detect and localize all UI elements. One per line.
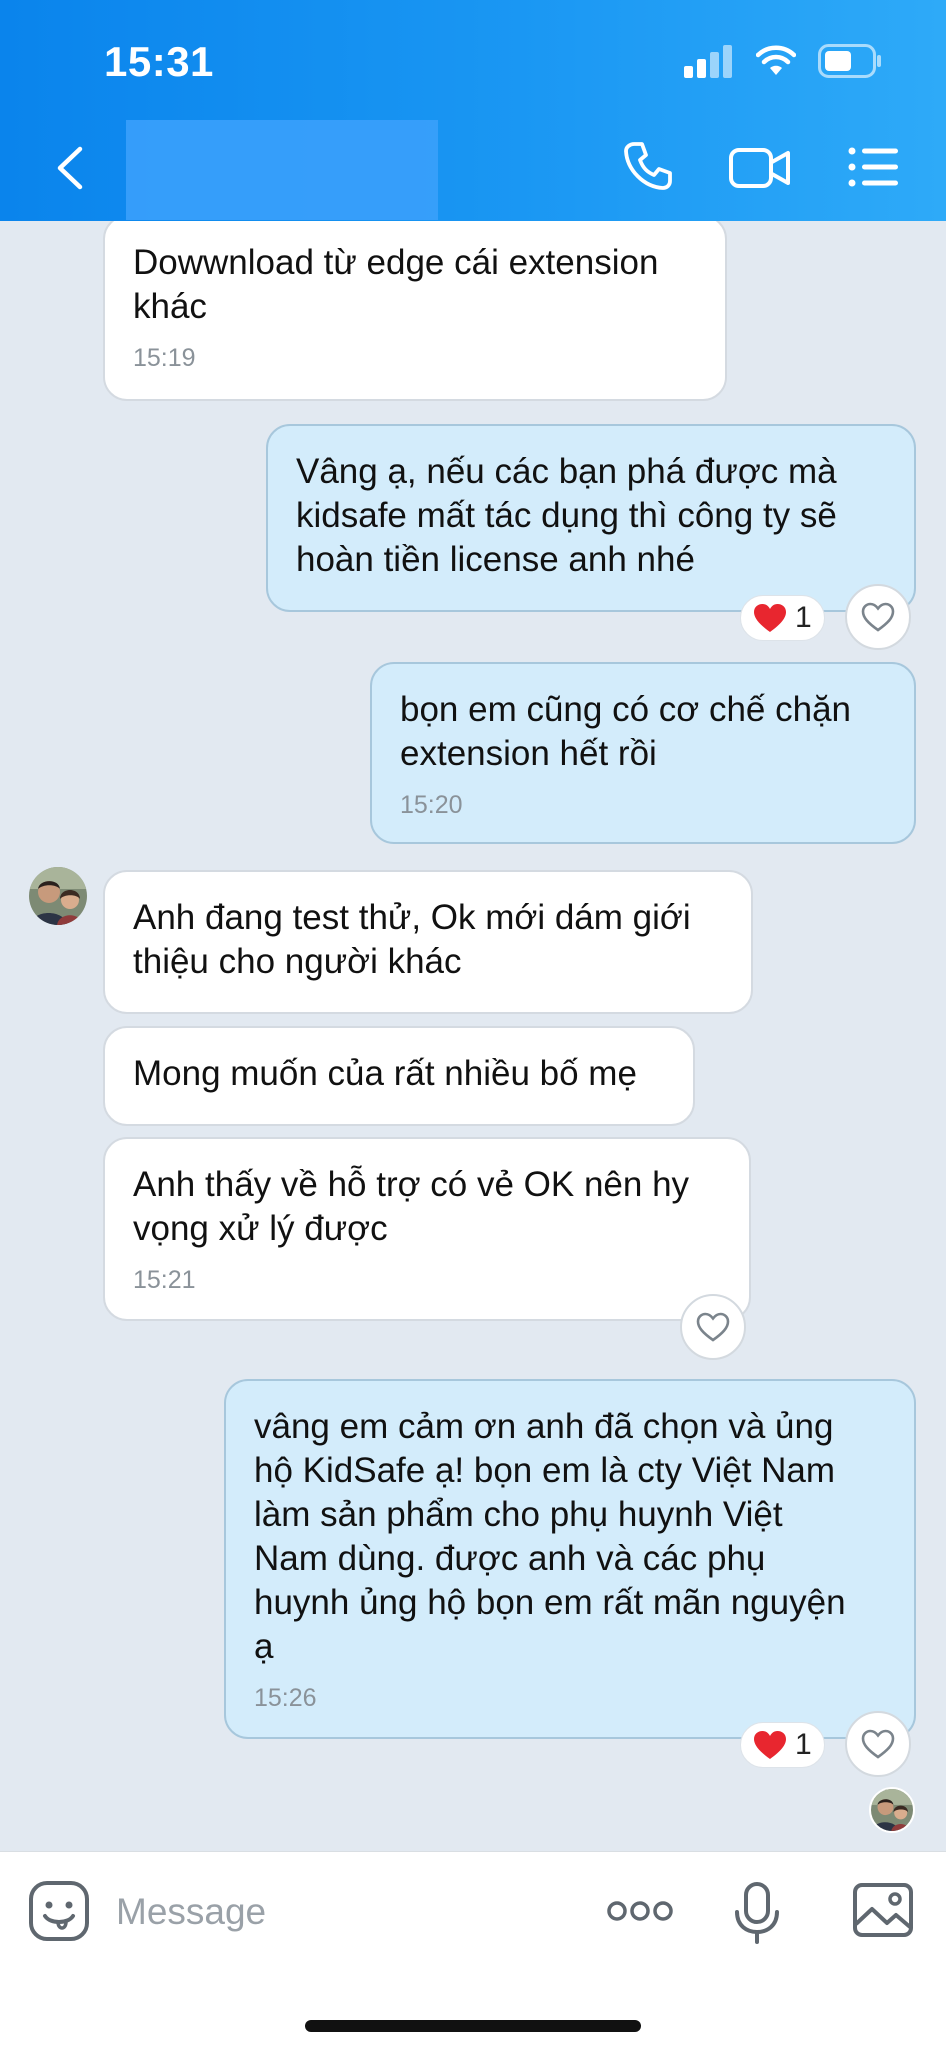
heart-outline-icon [696,1312,730,1342]
message-time: 15:26 [254,1684,317,1712]
message-bubble-incoming[interactable]: Mong muốn của rất nhiều bố mẹ [103,1026,695,1126]
contact-name[interactable] [126,120,438,220]
reaction-count: 1 [795,1728,812,1761]
message-text: bọn em cũng có cơ chế chặn extension hết… [400,690,852,773]
heart-icon [754,604,786,632]
list-icon[interactable] [848,146,900,188]
message-time: 15:20 [400,791,463,819]
phone-icon[interactable] [622,140,674,192]
message-time: 15:21 [133,1266,196,1294]
message-text: Anh thấy về hỗ trợ có vẻ OK nên hy vọng … [133,1165,690,1248]
avatar-photo [871,1789,913,1831]
chat-header: 15:31 [0,0,946,221]
avatar-photo [29,867,87,925]
message-text: Mong muốn của rất nhiều bố mẹ [133,1054,637,1093]
more-dots-icon[interactable] [606,1898,674,1924]
image-icon[interactable] [852,1882,914,1938]
seen-avatar [869,1787,915,1833]
reaction-summary[interactable]: 1 [740,1722,825,1768]
heart-icon [754,1731,786,1759]
back-chevron-icon[interactable] [54,146,84,190]
message-list[interactable]: Dowwnload từ edge cái extension khác 15:… [0,221,946,1851]
microphone-icon[interactable] [734,1882,780,1944]
video-camera-icon[interactable] [728,146,792,190]
message-bubble-outgoing[interactable]: Vâng ạ, nếu các bạn phá được mà kidsafe … [266,424,916,612]
status-icons [684,44,882,78]
like-button[interactable] [845,1711,911,1777]
heart-outline-icon [861,1729,895,1759]
reaction-count: 1 [795,601,812,634]
message-bubble-incoming[interactable]: Anh thấy về hỗ trợ có vẻ OK nên hy vọng … [103,1137,751,1321]
message-text: Dowwnload từ edge cái extension khác [133,243,659,326]
like-button[interactable] [680,1294,746,1360]
reaction-summary[interactable]: 1 [740,595,825,641]
status-time: 15:31 [104,38,214,85]
heart-outline-icon [861,602,895,632]
message-bubble-outgoing[interactable]: vâng em cảm ơn anh đã chọn và ủng hộ Kid… [224,1379,916,1739]
message-bubble-incoming[interactable]: Dowwnload từ edge cái extension khác 15:… [103,221,727,401]
message-text: Anh đang test thử, Ok mới dám giới thiệu… [133,898,691,981]
sticker-face-icon[interactable] [28,1880,90,1942]
battery-icon [818,44,881,78]
home-indicator [305,2020,641,2032]
message-bubble-outgoing[interactable]: bọn em cũng có cơ chế chặn extension hết… [370,662,916,844]
message-text: Vâng ạ, nếu các bạn phá được mà kidsafe … [296,452,837,579]
message-bubble-incoming[interactable]: Anh đang test thử, Ok mới dám giới thiệu… [103,870,753,1014]
avatar[interactable] [29,867,87,925]
cellular-signal-icon [684,45,732,78]
message-time: 15:19 [133,344,196,372]
message-composer [0,1851,946,2048]
message-input[interactable] [116,1882,536,1942]
wifi-icon [756,45,796,75]
message-text: vâng em cảm ơn anh đã chọn và ủng hộ Kid… [254,1407,846,1666]
like-button[interactable] [845,584,911,650]
